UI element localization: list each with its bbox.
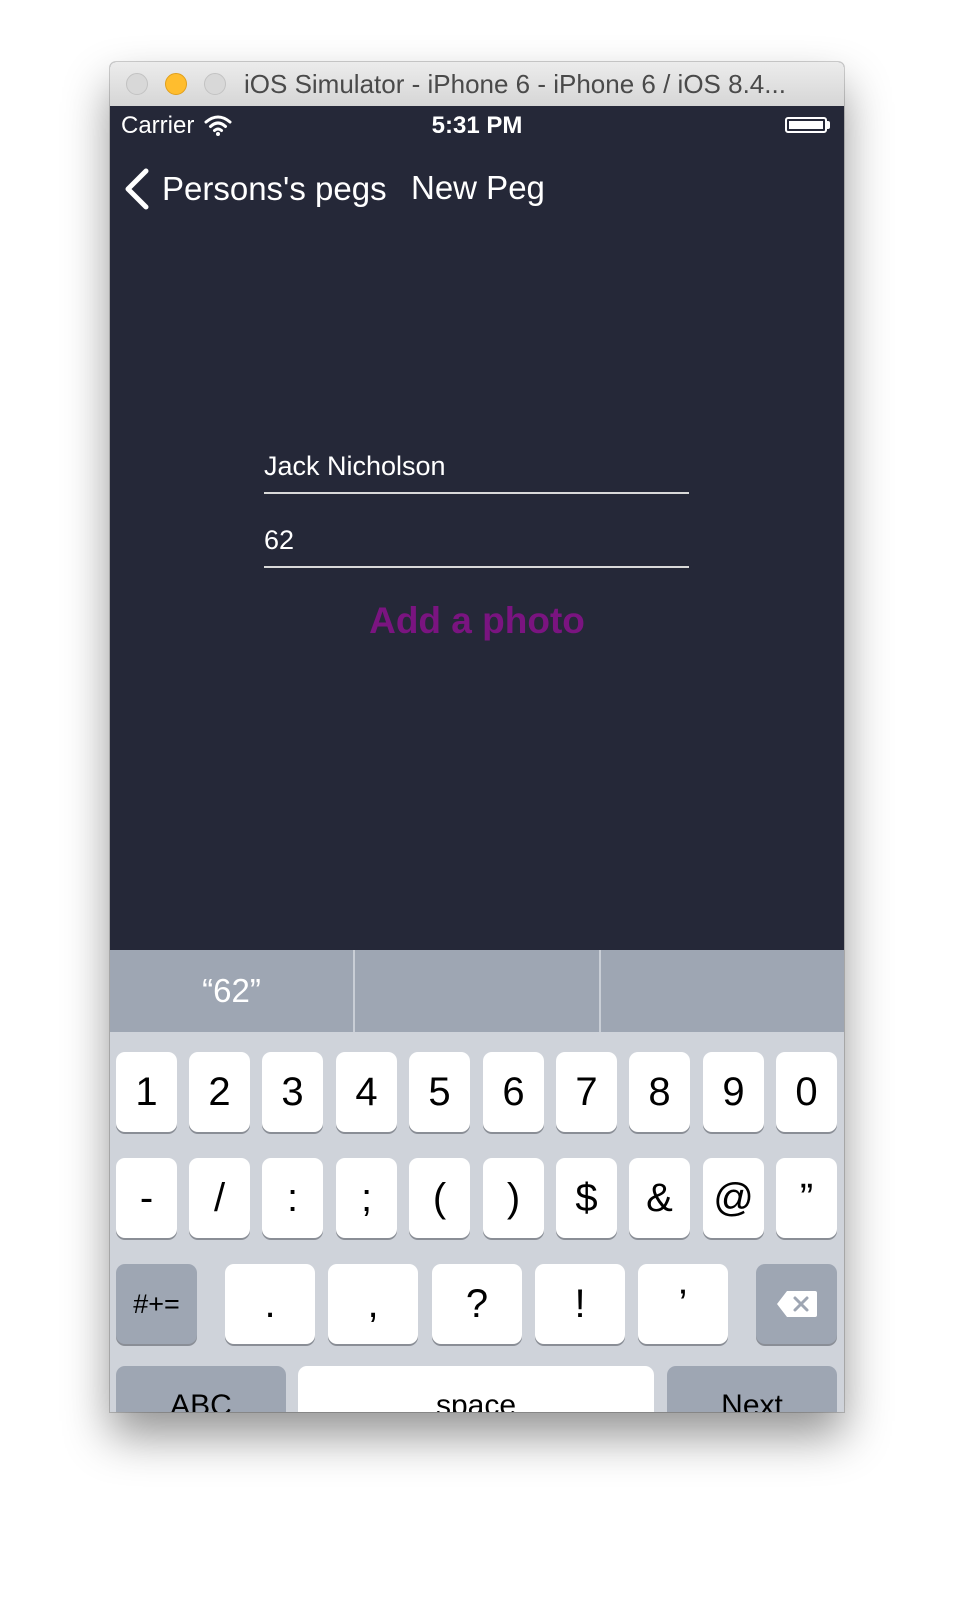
status-time: 5:31 PM: [431, 112, 523, 139]
navigation-bar: Persons's pegs New Peg: [110, 146, 844, 234]
simulator-window: iOS Simulator - iPhone 6 - iPhone 6 / iO…: [110, 62, 844, 1412]
keyboard: “62” 1 2 3 4 5 6 7 8 9 0 - / : ; ( ) $ &…: [110, 950, 844, 1412]
key-close-paren[interactable]: ): [483, 1158, 544, 1238]
key-comma[interactable]: ,: [328, 1264, 418, 1344]
key-colon[interactable]: :: [262, 1158, 323, 1238]
suggestion-2[interactable]: [355, 950, 599, 1032]
key-semicolon[interactable]: ;: [336, 1158, 397, 1238]
abc-mode-key[interactable]: ABC: [116, 1366, 286, 1412]
key-open-paren[interactable]: (: [409, 1158, 470, 1238]
key-7[interactable]: 7: [556, 1052, 617, 1132]
age-field[interactable]: 62: [264, 518, 689, 568]
key-hyphen[interactable]: -: [116, 1158, 177, 1238]
window-title: iOS Simulator - iPhone 6 - iPhone 6 / iO…: [244, 69, 786, 99]
next-key[interactable]: Next: [667, 1366, 837, 1412]
back-button[interactable]: Persons's pegs: [122, 164, 387, 214]
name-field[interactable]: Jack Nicholson: [264, 444, 689, 494]
age-field-value: 62: [264, 525, 295, 555]
form-area: Jack Nicholson 62 Add a photo: [110, 234, 844, 950]
key-5[interactable]: 5: [409, 1052, 470, 1132]
key-period[interactable]: .: [225, 1264, 315, 1344]
page-title: New Peg: [411, 169, 545, 206]
key-apostrophe[interactable]: ’: [638, 1264, 728, 1344]
battery-icon: [785, 117, 827, 133]
key-slash[interactable]: /: [189, 1158, 250, 1238]
key-1[interactable]: 1: [116, 1052, 177, 1132]
key-0[interactable]: 0: [776, 1052, 837, 1132]
key-question[interactable]: ?: [432, 1264, 522, 1344]
suggestion-1[interactable]: “62”: [110, 950, 353, 1032]
space-key[interactable]: space: [298, 1366, 654, 1412]
name-field-value: Jack Nicholson: [264, 451, 446, 481]
backspace-icon: [776, 1291, 817, 1317]
key-9[interactable]: 9: [703, 1052, 764, 1132]
symbols-toggle-key[interactable]: #+=: [116, 1264, 197, 1344]
key-8[interactable]: 8: [629, 1052, 690, 1132]
back-button-label: Persons's pegs: [162, 170, 387, 207]
back-chevron-icon: [125, 168, 149, 210]
battery-tip: [827, 121, 830, 129]
key-dollar[interactable]: $: [556, 1158, 617, 1238]
key-at[interactable]: @: [703, 1158, 764, 1238]
suggestion-3[interactable]: [601, 950, 844, 1032]
key-exclamation[interactable]: !: [535, 1264, 625, 1344]
window-titlebar: iOS Simulator - iPhone 6 - iPhone 6 / iO…: [110, 62, 844, 107]
key-6[interactable]: 6: [483, 1052, 544, 1132]
key-quote[interactable]: ”: [776, 1158, 837, 1238]
key-ampersand[interactable]: &: [629, 1158, 690, 1238]
phone-screen: Carrier 5:31 PM Persons's pegs New Peg J…: [110, 106, 844, 1412]
status-bar: Carrier 5:31 PM: [110, 106, 844, 146]
add-photo-button[interactable]: Add a photo: [110, 600, 844, 642]
key-3[interactable]: 3: [262, 1052, 323, 1132]
delete-key[interactable]: [756, 1264, 837, 1344]
close-window-button[interactable]: [126, 73, 148, 95]
minimize-window-button[interactable]: [165, 73, 187, 95]
zoom-window-button[interactable]: [204, 73, 226, 95]
predictive-bar: “62”: [110, 950, 844, 1032]
key-2[interactable]: 2: [189, 1052, 250, 1132]
key-4[interactable]: 4: [336, 1052, 397, 1132]
battery-level: [789, 121, 823, 129]
